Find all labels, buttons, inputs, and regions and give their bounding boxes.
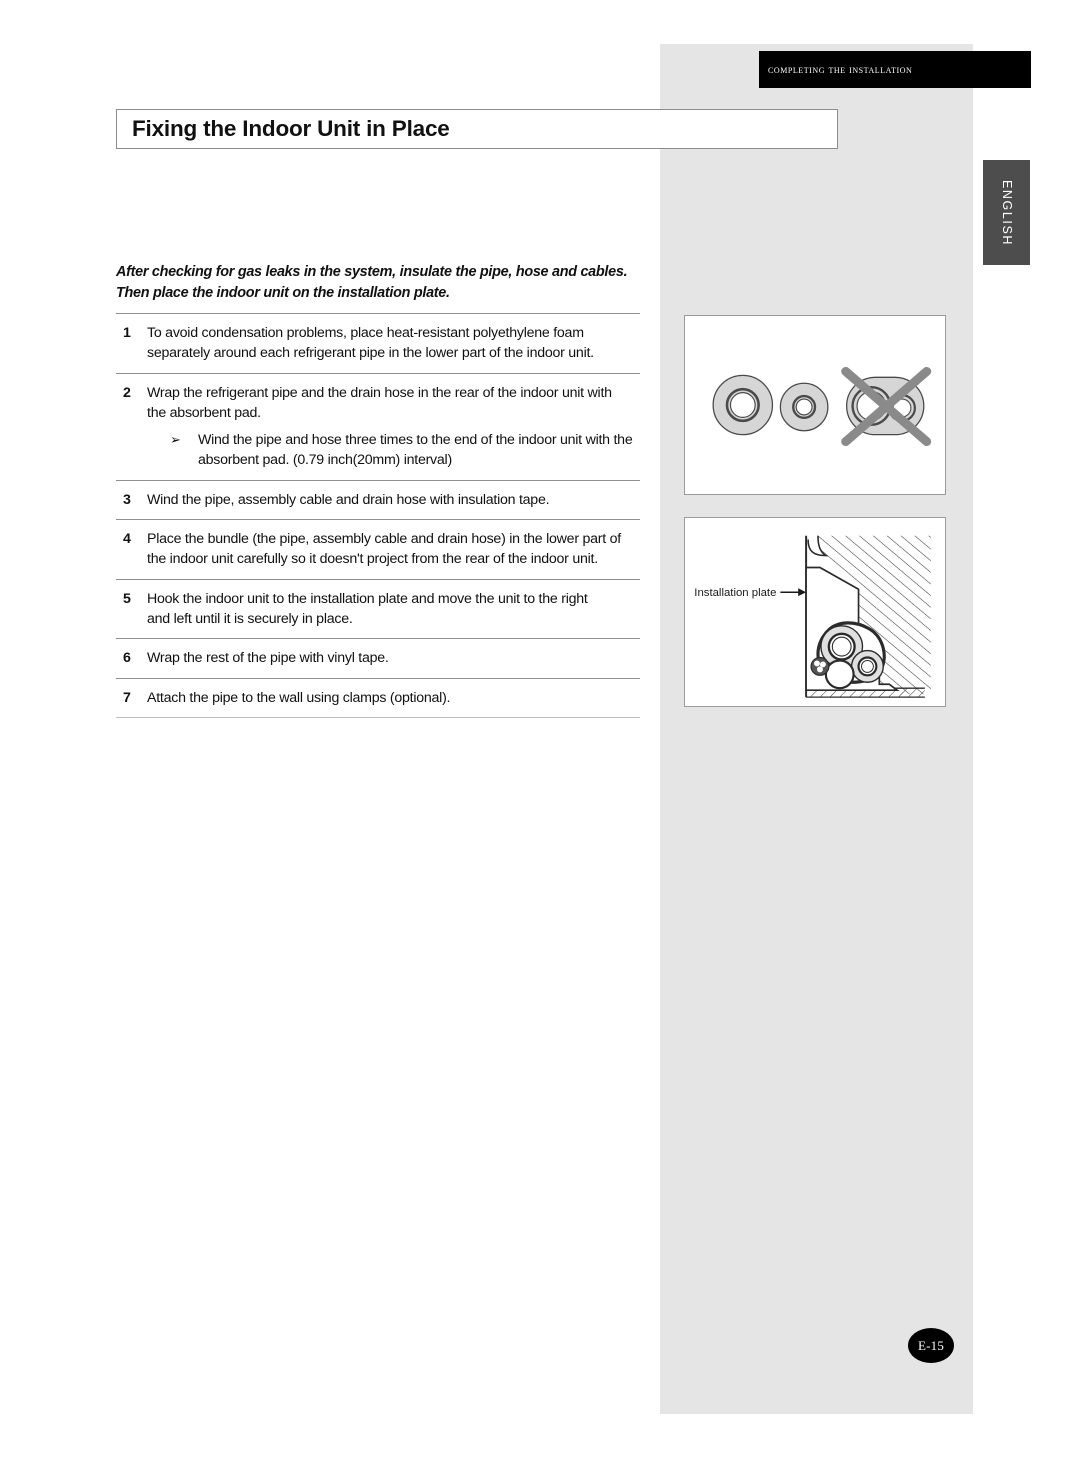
bundle-assembly-cable <box>810 656 830 676</box>
installation-plate-label: Installation plate <box>694 587 776 599</box>
intro-paragraph: After checking for gas leaks in the syst… <box>116 262 644 304</box>
small-pipe-correct <box>779 382 829 432</box>
step-line: To avoid condensation problems, place he… <box>147 325 584 341</box>
running-head-label: Completing the Installation <box>768 63 913 76</box>
step-line: Attach the pipe to the wall using clamps… <box>147 689 451 706</box>
step-number: 4 <box>123 531 131 548</box>
manual-page: Completing the Installation ENGLISH Fixi… <box>0 0 1080 1466</box>
step-divider <box>116 716 640 718</box>
language-tab: ENGLISH <box>983 160 1030 265</box>
step-line: Wind the pipe, assembly cable and drain … <box>147 491 550 508</box>
step-item: 7 Attach the pipe to the wall using clam… <box>116 679 640 717</box>
bundle-small-pipe <box>850 649 884 683</box>
step-item: 5 Hook the indoor unit to the installati… <box>116 580 640 639</box>
step-sub-line: Wind the pipe and hose three times to th… <box>198 432 633 449</box>
step-line: Hook the indoor unit to the installation… <box>147 590 588 607</box>
step-number: 6 <box>123 650 131 667</box>
step-line: Wrap the rest of the pipe with vinyl tap… <box>147 650 389 667</box>
step-number: 2 <box>123 384 131 401</box>
step-text: Wrap the rest of the pipe with vinyl tap… <box>147 648 640 668</box>
step-text: Wind the pipe, assembly cable and drain … <box>147 490 640 510</box>
bundle-drain-hose <box>824 659 855 690</box>
step-text: To avoid condensation problems, place he… <box>147 323 640 364</box>
step-line: separately around each refrigerant pipe … <box>147 345 594 362</box>
step-text: Attach the pipe to the wall using clamps… <box>147 688 640 708</box>
side-panel <box>660 44 973 1414</box>
step-sub-text: Wind the pipe and hose three times to th… <box>198 430 640 471</box>
step-line: the absorbent pad. <box>147 404 261 421</box>
step-sub-bullet: ➢ Wind the pipe and hose three times to … <box>147 430 640 471</box>
step-number: 5 <box>123 590 131 607</box>
step-text: Hook the indoor unit to the installation… <box>147 589 640 630</box>
page-number-badge: E-15 <box>908 1328 954 1363</box>
step-number: 3 <box>123 491 131 508</box>
step-line: Place the bundle (the pipe, assembly cab… <box>147 531 621 548</box>
arrow-bullet-icon: ➢ <box>170 432 181 448</box>
step-number: 1 <box>123 325 131 341</box>
page-number-label: E-15 <box>917 1337 945 1353</box>
callout-arrow-icon <box>780 588 807 597</box>
step-item: 3 Wind the pipe, assembly cable and drai… <box>116 481 640 519</box>
step-item: 1 To avoid condensation problems, place … <box>116 314 640 373</box>
language-tab-label: ENGLISH <box>999 179 1014 246</box>
figure-pipe-insulation <box>684 315 946 495</box>
step-line: and left until it is securely in place. <box>147 610 353 627</box>
running-head-bar: Completing the Installation <box>759 51 1031 88</box>
intro-line-1: After checking for gas leaks in the syst… <box>116 264 628 280</box>
large-pipe-correct <box>712 374 774 436</box>
step-text: Wrap the refrigerant pipe and the drain … <box>147 383 640 471</box>
section-title-box: Fixing the Indoor Unit in Place <box>116 109 838 149</box>
figure-installation-plate: Installation plate <box>684 517 946 707</box>
pipe-cross-section-diagram <box>712 366 932 447</box>
step-sub-line: absorbent pad. (0.79 inch(20mm) interval… <box>198 452 452 469</box>
step-line: Wrap the refrigerant pipe and the drain … <box>147 384 612 401</box>
step-item: 6 Wrap the rest of the pipe with vinyl t… <box>116 639 640 677</box>
page-title: Fixing the Indoor Unit in Place <box>132 116 450 141</box>
step-line: the indoor unit carefully so it doesn't … <box>147 551 598 568</box>
steps-list: 1 To avoid condensation problems, place … <box>116 313 640 718</box>
installation-plate-diagram: Installation plate <box>694 535 931 698</box>
step-item: 4 Place the bundle (the pipe, assembly c… <box>116 520 640 579</box>
step-text: Place the bundle (the pipe, assembly cab… <box>147 529 640 570</box>
step-number: 7 <box>123 689 131 706</box>
intro-line-2: Then place the indoor unit on the instal… <box>116 284 450 301</box>
step-item: 2 Wrap the refrigerant pipe and the drai… <box>116 374 640 480</box>
